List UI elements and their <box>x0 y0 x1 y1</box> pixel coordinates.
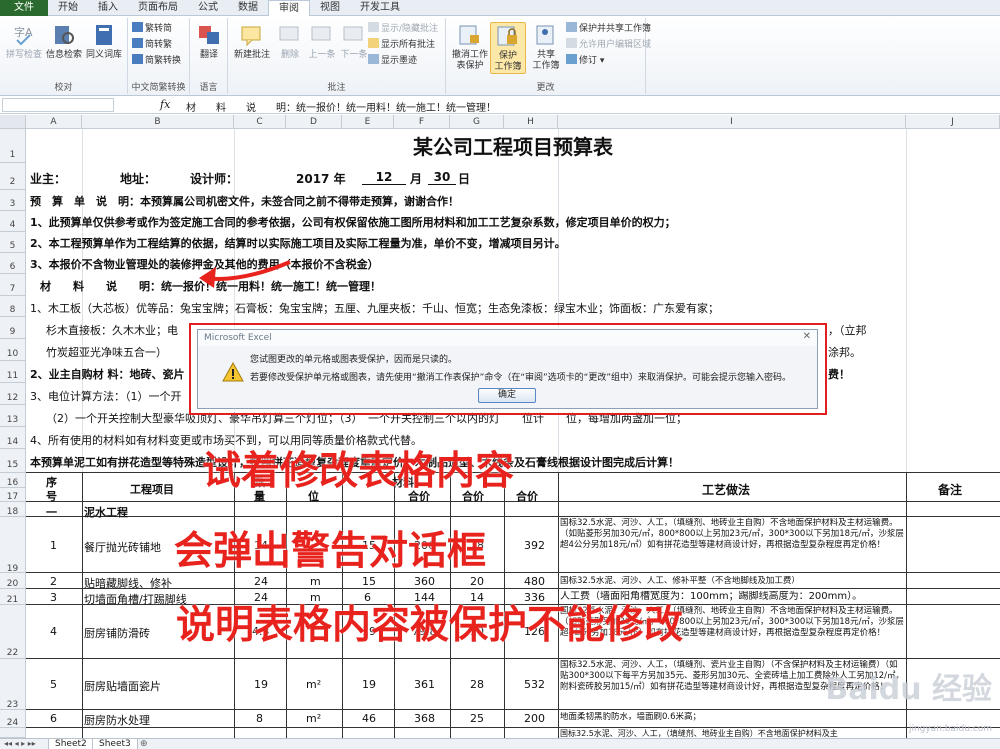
annotation-protected: 说明表格内容被保护不能修改 <box>176 602 684 648</box>
sheet-tab-sheet3[interactable]: Sheet3 <box>92 739 138 749</box>
annotation-warning-popup: 会弹出警告对话框 <box>174 528 487 574</box>
tab-nav-icons[interactable]: ◂◂ ◂ ▸ ▸▸ <box>4 739 36 748</box>
sheet-tab-bar: ◂◂ ◂ ▸ ▸▸ Sheet2 Sheet3 ⊕ <box>0 738 1000 749</box>
baidu-watermark: Baidu 经验 <box>825 672 992 707</box>
new-sheet-icon[interactable]: ⊕ <box>140 739 148 749</box>
baidu-watermark-url: jingyan.baidu.com <box>908 724 992 734</box>
sheet-tab-sheet2[interactable]: Sheet2 <box>48 739 94 749</box>
annotation-try-edit: 试着修改表格内容 <box>202 448 515 494</box>
